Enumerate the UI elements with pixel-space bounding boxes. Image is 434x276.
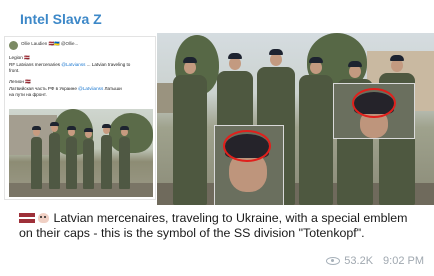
tweet-author: Ollie Laudien 🇱🇻🇺🇦 @Ollie... [21, 41, 79, 46]
latvia-flag-icon [19, 213, 35, 223]
tweet-line: на пути на фронт. [9, 92, 47, 97]
main-photo[interactable] [157, 33, 434, 205]
cap-closeup-inset [333, 83, 415, 139]
tweet-line: Легион 🇱🇻 [9, 79, 31, 84]
skull-icon [38, 213, 49, 223]
tweet-line: front. [9, 68, 20, 73]
tweet-line: RF Latvians mercenaries @Latvianss ... L… [9, 62, 131, 67]
tweet-photo[interactable] [9, 109, 153, 197]
channel-name[interactable]: Intel Slava Z [20, 11, 102, 27]
tweet-header: Ollie Laudien 🇱🇻🇺🇦 @Ollie... [9, 41, 155, 51]
cap-closeup-inset [214, 125, 284, 205]
view-count: 53.2K [344, 255, 374, 267]
tweet-screenshot[interactable]: Ollie Laudien 🇱🇻🇺🇦 @Ollie... Legion 🇱🇻 R… [4, 36, 156, 200]
post-meta: 53.2K 9:02 PM [326, 255, 424, 267]
tweet-line: Legion 🇱🇻 [9, 55, 30, 60]
tweet-line: Латвийская часть РФ в Украине @Latviians… [9, 86, 122, 91]
post-time: 9:02 PM [383, 255, 424, 267]
tweet-avatar [9, 41, 18, 50]
message-bubble: Intel Slava Z Ollie Laudien 🇱🇻🇺🇦 @Ollie.… [0, 0, 434, 276]
views-eye-icon [326, 257, 341, 265]
post-caption: Latvian mercenaires, traveling to Ukrain… [19, 211, 408, 241]
